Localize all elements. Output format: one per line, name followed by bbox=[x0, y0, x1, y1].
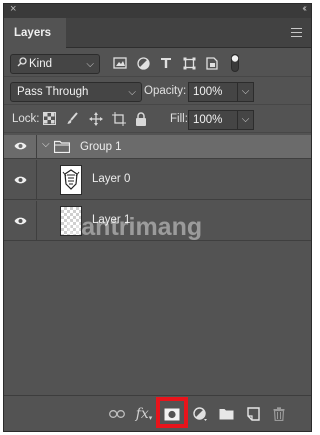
chevron-down-icon: ⌵ bbox=[128, 87, 136, 98]
filter-kind-select[interactable]: Kind ⌵ bbox=[10, 54, 100, 74]
smart-object-filter-icon[interactable] bbox=[205, 56, 219, 70]
layers-panel: × ‹‹ Layers Kind ⌵ Pass Through ⌵ Opacit… bbox=[3, 3, 312, 432]
eye-icon bbox=[14, 217, 27, 225]
lock-row: Lock: Fill: 100% ⌵ bbox=[4, 107, 311, 133]
blend-mode-value: Pass Through bbox=[17, 86, 89, 98]
opacity-input[interactable]: 100% bbox=[188, 82, 238, 102]
opacity-dropdown-button[interactable]: ⌵ bbox=[238, 82, 254, 102]
visibility-toggle[interactable] bbox=[4, 160, 37, 199]
blend-mode-select[interactable]: Pass Through ⌵ bbox=[10, 82, 142, 102]
chevron-down-icon: ⌵ bbox=[86, 59, 94, 70]
layers-list: ⌵ Group 1 Layer 0 Layer 1 uantrimang bbox=[4, 135, 311, 397]
panel-title-bar: × ‹‹ bbox=[4, 3, 311, 18]
eye-icon bbox=[14, 142, 27, 150]
new-group-icon[interactable] bbox=[217, 405, 235, 423]
layer-row[interactable]: Layer 0 bbox=[4, 160, 311, 200]
lock-all-icon[interactable] bbox=[135, 112, 149, 126]
shape-filter-icon[interactable] bbox=[182, 56, 196, 70]
filter-kind-label: Kind bbox=[29, 58, 53, 70]
eye-icon bbox=[14, 176, 27, 184]
lock-transparent-pixels-icon[interactable] bbox=[43, 112, 57, 126]
layers-bottom-bar: fx ▾ bbox=[4, 395, 311, 431]
collapse-panel-button[interactable]: ‹‹ bbox=[302, 3, 306, 14]
layer-name: Group 1 bbox=[80, 141, 122, 153]
opacity-label: Opacity: bbox=[144, 85, 187, 97]
trash-icon[interactable] bbox=[270, 405, 288, 423]
tab-layers[interactable]: Layers bbox=[4, 18, 66, 48]
hamburger-menu-icon[interactable] bbox=[291, 28, 302, 37]
visibility-toggle[interactable] bbox=[4, 201, 37, 240]
search-icon bbox=[17, 55, 27, 73]
link-layers-icon[interactable] bbox=[108, 405, 126, 423]
lock-image-pixels-icon[interactable] bbox=[66, 112, 80, 126]
filter-toggle-icon[interactable] bbox=[228, 53, 242, 73]
adjustment-layer-icon[interactable] bbox=[191, 405, 209, 423]
new-layer-icon[interactable] bbox=[244, 405, 262, 423]
mask-highlight-box bbox=[156, 397, 188, 428]
filter-row: Kind ⌵ bbox=[4, 51, 311, 77]
layer-row-group[interactable]: ⌵ Group 1 bbox=[4, 135, 311, 159]
close-panel-button[interactable]: × bbox=[10, 3, 16, 15]
fx-icon[interactable]: fx ▾ bbox=[135, 405, 153, 423]
watermark-text: uantrimang bbox=[66, 213, 203, 241]
image-filter-icon[interactable] bbox=[113, 56, 127, 70]
folder-icon bbox=[54, 140, 70, 153]
layer-name: Layer 0 bbox=[92, 173, 131, 185]
adjustment-filter-icon[interactable] bbox=[136, 56, 150, 70]
type-filter-icon[interactable] bbox=[159, 56, 173, 70]
panel-tab-row: Layers bbox=[4, 18, 311, 48]
fill-input[interactable]: 100% bbox=[188, 110, 238, 130]
layer-thumbnail bbox=[60, 165, 82, 195]
lock-artboard-icon[interactable] bbox=[112, 112, 126, 126]
lock-position-icon[interactable] bbox=[89, 112, 103, 126]
chevron-down-icon[interactable]: ⌵ bbox=[42, 139, 50, 150]
lock-label: Lock: bbox=[12, 113, 40, 125]
watermark: uantrimang bbox=[66, 213, 202, 242]
visibility-toggle[interactable] bbox=[4, 135, 37, 158]
fill-dropdown-button[interactable]: ⌵ bbox=[238, 110, 254, 130]
fill-label: Fill: bbox=[170, 113, 188, 125]
fx-label: fx bbox=[135, 406, 149, 422]
blend-row: Pass Through ⌵ Opacity: 100% ⌵ bbox=[4, 79, 311, 105]
